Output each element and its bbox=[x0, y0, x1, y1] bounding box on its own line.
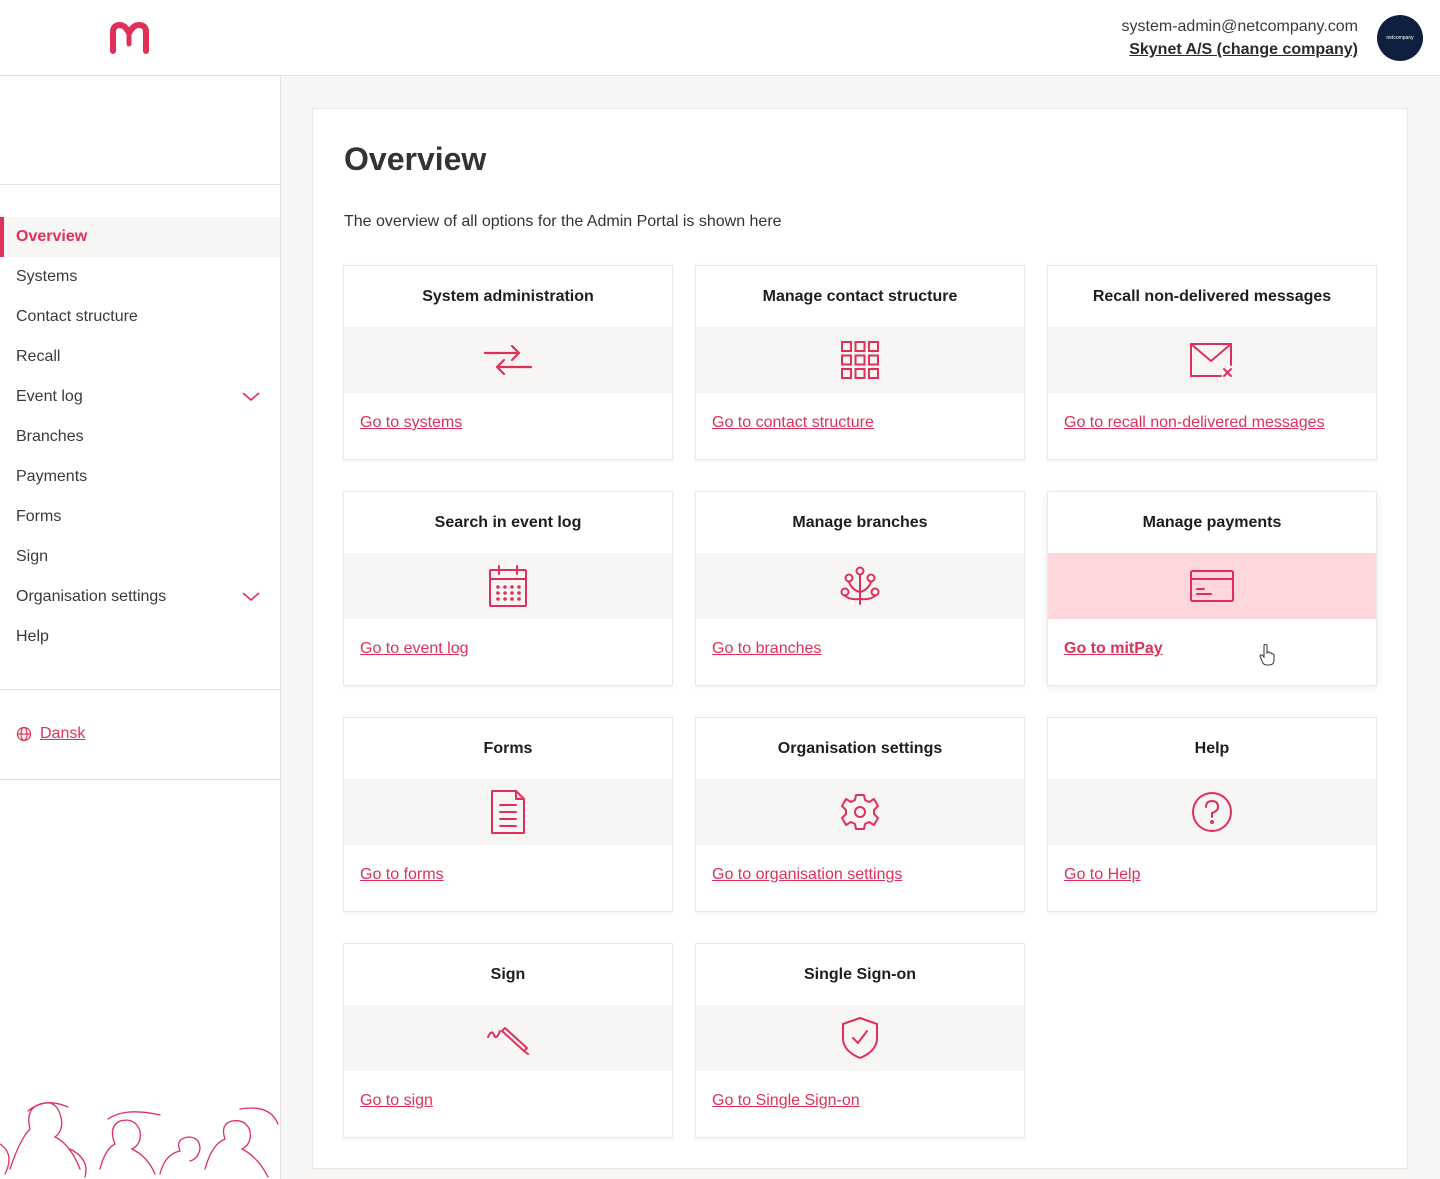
card-manage-payments[interactable]: Manage payments Go to mitPay bbox=[1047, 491, 1377, 686]
document-icon bbox=[491, 790, 525, 834]
page-description: The overview of all options for the Admi… bbox=[344, 213, 782, 230]
sidebar-item-label: Sign bbox=[16, 548, 49, 565]
card-help[interactable]: Help Go to Help bbox=[1047, 717, 1377, 912]
hand-cursor-icon bbox=[1259, 644, 1275, 666]
card-icon-area bbox=[1048, 553, 1376, 619]
branches-icon bbox=[840, 566, 880, 605]
card-single-sign-on[interactable]: Single Sign-on Go to Single Sign-on bbox=[695, 943, 1025, 1138]
card-icon-area bbox=[1048, 779, 1376, 845]
card-icon-area bbox=[696, 1005, 1024, 1071]
sidebar-item-label: Forms bbox=[16, 508, 62, 525]
card-link[interactable]: Go to event log bbox=[360, 640, 469, 658]
sidebar-item-organisation-settings[interactable]: Organisation settings bbox=[0, 577, 280, 617]
card-link[interactable]: Go to mitPay bbox=[1064, 640, 1163, 658]
card-manage-branches[interactable]: Manage branches Go to branches bbox=[695, 491, 1025, 686]
sidebar-item-help[interactable]: Help bbox=[0, 617, 280, 657]
sidebar-item-systems[interactable]: Systems bbox=[0, 257, 280, 297]
overview-panel: Overview The overview of all options for… bbox=[312, 108, 1408, 1169]
sidebar-nav: Overview Systems Contact structure Recal… bbox=[0, 217, 280, 657]
card-title: Manage payments bbox=[1142, 513, 1282, 531]
main-content: Overview The overview of all options for… bbox=[281, 77, 1440, 1179]
card-link[interactable]: Go to Single Sign-on bbox=[712, 1092, 860, 1110]
language-switch: Dansk bbox=[16, 725, 85, 743]
top-bar: system-admin@netcompany.com Skynet A/S (… bbox=[0, 0, 1440, 76]
card-manage-contact-structure[interactable]: Manage contact structure Go to contact s… bbox=[695, 265, 1025, 460]
sidebar-item-contact-structure[interactable]: Contact structure bbox=[0, 297, 280, 337]
user-email: system-admin@netcompany.com bbox=[1121, 18, 1358, 35]
shield-check-icon bbox=[842, 1017, 878, 1059]
card-organisation-settings[interactable]: Organisation settings Go to organisation… bbox=[695, 717, 1025, 912]
sidebar-item-label: Overview bbox=[16, 228, 88, 245]
people-illustration bbox=[0, 1102, 279, 1178]
card-title: Recall non-delivered messages bbox=[1092, 287, 1332, 305]
sidebar: Overview Systems Contact structure Recal… bbox=[0, 77, 281, 1179]
sidebar-item-label: Contact structure bbox=[16, 308, 138, 325]
sidebar-item-recall[interactable]: Recall bbox=[0, 337, 280, 377]
pen-icon bbox=[487, 1027, 529, 1055]
card-link[interactable]: Go to branches bbox=[712, 640, 821, 658]
sidebar-item-overview[interactable]: Overview bbox=[0, 217, 280, 257]
sidebar-item-label: Organisation settings bbox=[16, 588, 167, 605]
card-link[interactable]: Go to sign bbox=[360, 1092, 433, 1110]
mitid-logo[interactable] bbox=[110, 22, 150, 54]
sidebar-item-label: Branches bbox=[16, 428, 84, 445]
sidebar-item-label: Event log bbox=[16, 388, 83, 405]
user-info: system-admin@netcompany.com Skynet A/S (… bbox=[1122, 16, 1358, 62]
card-icon-area bbox=[344, 553, 672, 619]
card-icon-area bbox=[696, 779, 1024, 845]
grid-icon bbox=[841, 341, 879, 379]
card-icon-area bbox=[1048, 327, 1376, 393]
sidebar-item-label: Systems bbox=[16, 268, 78, 285]
mail-cancel-icon bbox=[1190, 343, 1232, 377]
question-circle-icon bbox=[1192, 792, 1232, 832]
sidebar-item-event-log[interactable]: Event log bbox=[0, 377, 280, 417]
sidebar-item-label: Help bbox=[16, 628, 49, 645]
card-link[interactable]: Go to recall non-delivered messages bbox=[1064, 414, 1325, 432]
divider bbox=[0, 689, 280, 690]
avatar[interactable]: netcompany bbox=[1377, 15, 1423, 61]
card-icon-area bbox=[344, 327, 672, 393]
card-icon-area bbox=[696, 327, 1024, 393]
card-title: Single Sign-on bbox=[804, 965, 916, 983]
card-link[interactable]: Go to contact structure bbox=[712, 414, 874, 432]
card-title: Search in event log bbox=[434, 513, 582, 531]
change-company-link[interactable]: Skynet A/S (change company) bbox=[1122, 38, 1358, 62]
card-title: Sign bbox=[490, 965, 526, 983]
card-title: Manage contact structure bbox=[762, 287, 958, 305]
language-link[interactable]: Dansk bbox=[40, 725, 85, 743]
card-forms[interactable]: Forms Go to forms bbox=[343, 717, 673, 912]
card-title: Organisation settings bbox=[777, 739, 943, 757]
divider bbox=[0, 184, 280, 185]
chevron-down-icon[interactable] bbox=[242, 389, 260, 403]
sidebar-item-label: Payments bbox=[16, 468, 88, 485]
globe-icon bbox=[16, 726, 32, 742]
sidebar-item-payments[interactable]: Payments bbox=[0, 457, 280, 497]
sidebar-item-sign[interactable]: Sign bbox=[0, 537, 280, 577]
sidebar-item-label: Recall bbox=[16, 348, 61, 365]
credit-card-icon bbox=[1190, 570, 1234, 602]
card-icon-area bbox=[344, 1005, 672, 1071]
divider bbox=[0, 779, 280, 780]
page-title: Overview bbox=[344, 141, 487, 177]
calendar-icon bbox=[489, 565, 527, 607]
card-title: Help bbox=[1194, 739, 1230, 757]
chevron-down-icon[interactable] bbox=[242, 589, 260, 603]
card-icon-area bbox=[696, 553, 1024, 619]
card-link[interactable]: Go to forms bbox=[360, 866, 444, 884]
card-link[interactable]: Go to systems bbox=[360, 414, 462, 432]
gear-icon bbox=[841, 794, 879, 830]
card-recall-non-delivered-messages[interactable]: Recall non-delivered messages Go to reca… bbox=[1047, 265, 1377, 460]
card-icon-area bbox=[344, 779, 672, 845]
arrows-exchange-icon bbox=[483, 344, 533, 376]
card-title: Forms bbox=[483, 739, 533, 757]
card-title: System administration bbox=[422, 287, 594, 305]
sidebar-item-branches[interactable]: Branches bbox=[0, 417, 280, 457]
card-link[interactable]: Go to organisation settings bbox=[712, 866, 902, 884]
card-search-in-event-log[interactable]: Search in event log Go to event log bbox=[343, 491, 673, 686]
card-title: Manage branches bbox=[792, 513, 928, 531]
card-link[interactable]: Go to Help bbox=[1064, 866, 1140, 884]
sidebar-item-forms[interactable]: Forms bbox=[0, 497, 280, 537]
card-sign[interactable]: Sign Go to sign bbox=[343, 943, 673, 1138]
card-system-administration[interactable]: System administration Go to systems bbox=[343, 265, 673, 460]
